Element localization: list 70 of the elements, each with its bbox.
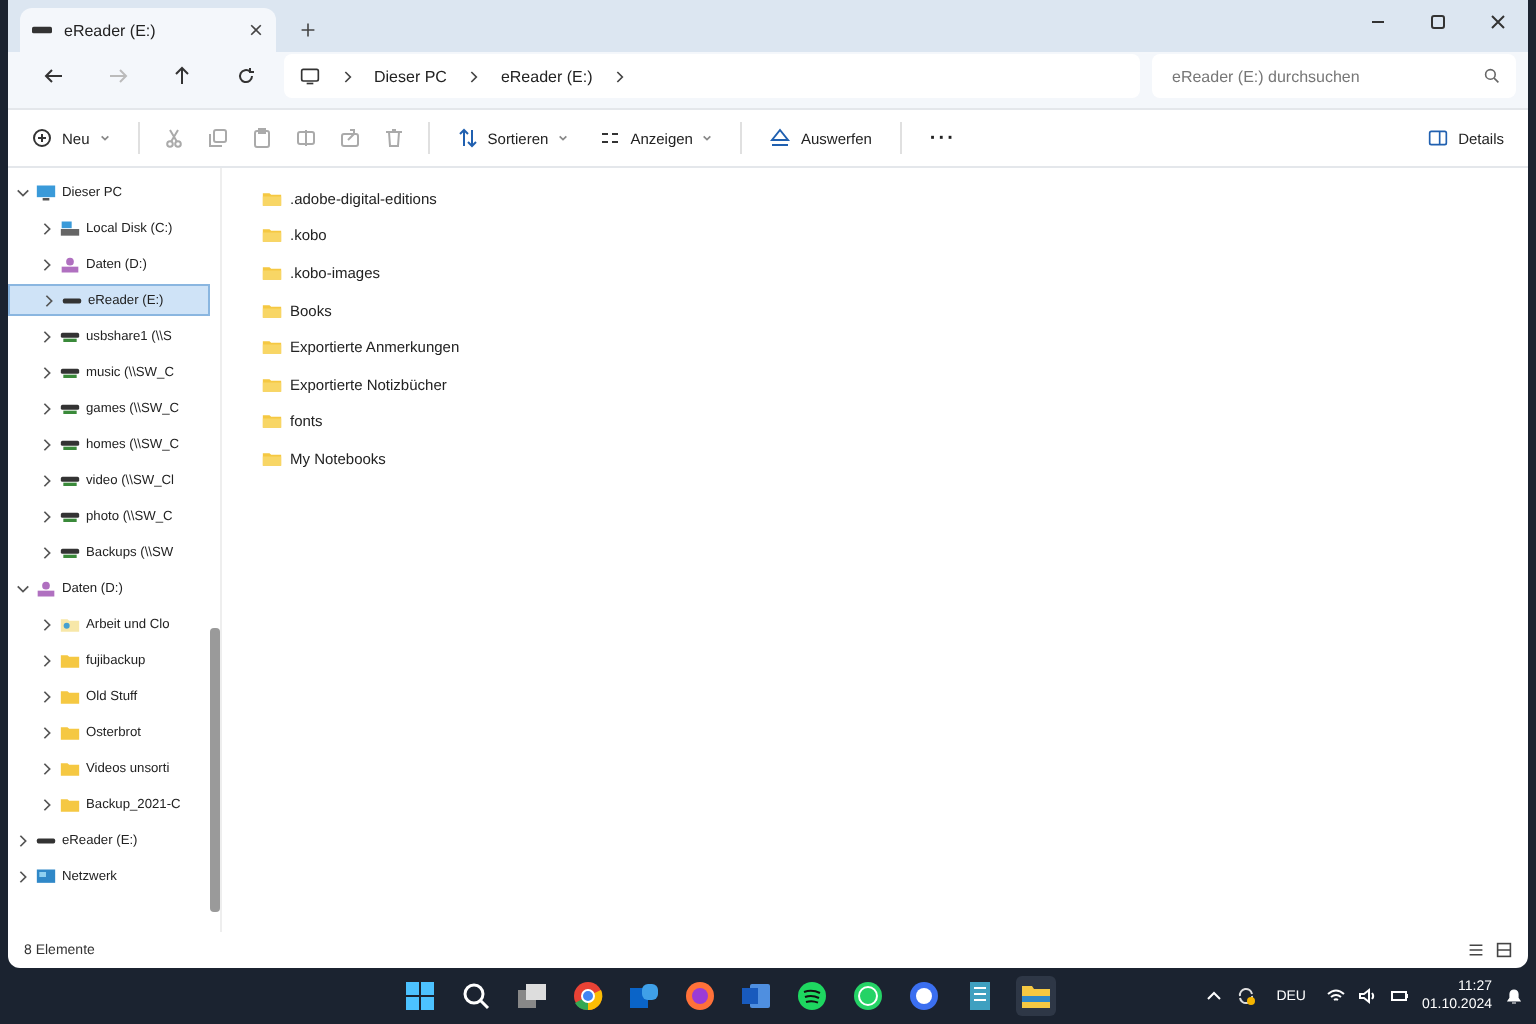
chevron-right-icon[interactable]	[42, 293, 56, 307]
details-view-icon[interactable]	[1468, 942, 1484, 958]
chevron-right-icon[interactable]	[40, 221, 54, 235]
eject-icon	[770, 128, 791, 148]
folder-icon	[262, 449, 282, 468]
folder-icon	[262, 226, 282, 245]
more-button[interactable]: ···	[925, 123, 960, 153]
search-input[interactable]: eReader (E:) durchsuchen	[1168, 65, 1484, 87]
folder-icon	[262, 301, 282, 320]
sort-arrows-icon	[457, 128, 478, 148]
chevron-right-icon[interactable]	[40, 725, 54, 739]
window-tab[interactable]: eReader (E:)	[20, 8, 276, 52]
wifi-icon[interactable]	[1325, 986, 1346, 1006]
monitor-icon	[36, 183, 56, 201]
network-icon	[36, 867, 56, 885]
people-drive-icon	[36, 579, 56, 597]
folder-icon	[262, 375, 282, 394]
chevron-right-icon[interactable]	[40, 257, 54, 271]
chevron-right-icon[interactable]	[40, 797, 54, 811]
folder-icon	[262, 263, 282, 282]
tiles-view-icon[interactable]	[1496, 942, 1512, 958]
details-pane-icon	[1428, 128, 1449, 148]
people-drive-icon	[60, 255, 80, 273]
caret-icon	[558, 134, 569, 142]
address-bar[interactable]: Dieser PC eReader (E:)	[284, 54, 1140, 98]
chevron-right-icon[interactable]	[40, 617, 54, 631]
close-tab-icon[interactable]	[248, 22, 264, 38]
new-tab-icon[interactable]	[300, 22, 316, 38]
chevron-down-icon[interactable]	[16, 581, 30, 595]
back-arrow-icon[interactable]	[44, 66, 64, 86]
folder-icon	[262, 189, 282, 208]
chevron-right-icon[interactable]	[40, 653, 54, 667]
chevron-right-icon[interactable]	[40, 509, 54, 523]
chevron-right-icon[interactable]	[40, 401, 54, 415]
caret-icon	[702, 134, 713, 142]
chevron-right-icon[interactable]	[342, 69, 352, 83]
chevron-right-icon[interactable]	[614, 69, 625, 83]
chevron-right-icon[interactable]	[40, 365, 54, 379]
bell-icon[interactable]	[1504, 986, 1525, 1006]
maximize-icon[interactable]	[1428, 12, 1448, 32]
folder-icon[interactable]	[1016, 976, 1057, 1016]
chevron-right-icon[interactable]	[40, 437, 54, 451]
chevron-right-icon[interactable]	[40, 689, 54, 703]
speaker-icon[interactable]	[1357, 986, 1378, 1006]
breadcrumb[interactable]: Dieser PC	[374, 67, 447, 85]
drive-icon	[32, 24, 52, 36]
monitor-icon	[300, 66, 320, 86]
chevron-right-icon[interactable]	[468, 69, 479, 83]
close-icon[interactable]	[1488, 12, 1508, 32]
battery-icon[interactable]	[1389, 986, 1410, 1006]
folder-icon	[262, 338, 282, 357]
caret-icon	[99, 134, 110, 142]
refresh-icon[interactable]	[236, 66, 256, 86]
folder-icon	[262, 412, 282, 431]
up-arrow-icon[interactable]	[172, 66, 192, 86]
chevron-right-icon[interactable]	[16, 833, 30, 847]
chevron-right-icon[interactable]	[40, 329, 54, 343]
plus-circle-icon	[32, 128, 52, 148]
chevron-down-icon[interactable]	[16, 185, 30, 199]
sync-icon[interactable]	[1236, 986, 1257, 1006]
search-field[interactable]: eReader (E:) durchsuchen	[1152, 54, 1516, 98]
chevron-right-icon[interactable]	[40, 761, 54, 775]
disk-drive-icon	[60, 219, 80, 237]
scrollbar[interactable]	[210, 628, 220, 912]
chevron-right-icon[interactable]	[40, 473, 54, 487]
breadcrumb[interactable]: eReader (E:)	[500, 67, 593, 85]
cloud-folder-icon	[60, 615, 80, 633]
view-lines-icon	[600, 128, 621, 148]
chevron-right-icon[interactable]	[40, 545, 54, 559]
chevron-right-icon[interactable]	[16, 869, 30, 883]
